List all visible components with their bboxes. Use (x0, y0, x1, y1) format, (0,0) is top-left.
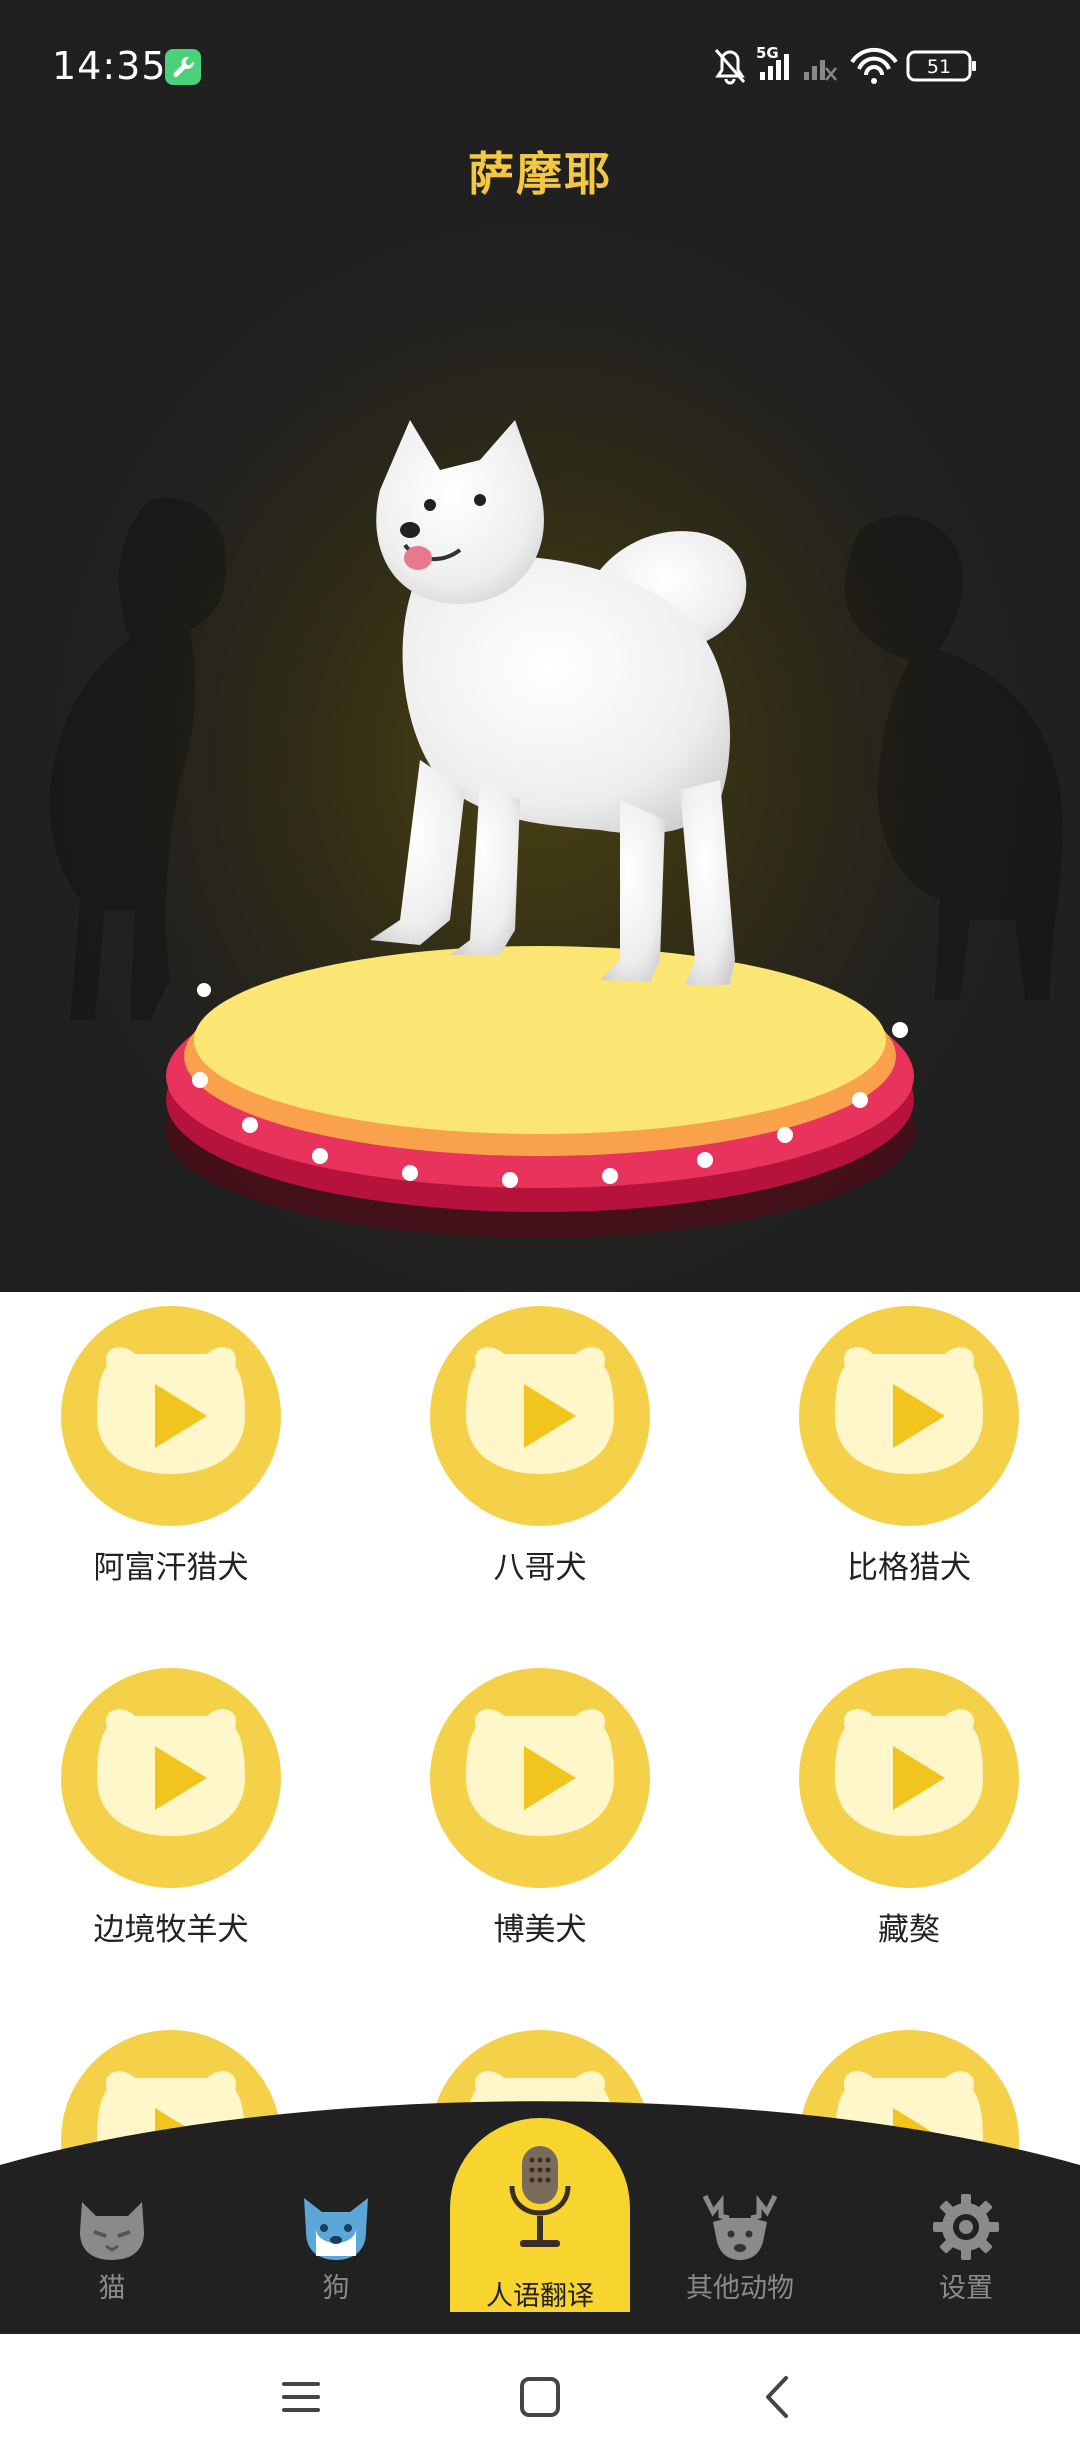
tab-dog[interactable]: 狗 (256, 2192, 416, 2312)
wrench-app-icon (165, 49, 201, 85)
menu-icon[interactable] (268, 2364, 334, 2430)
breed-label: 阿富汗猎犬 (93, 1550, 249, 1586)
breed-label: 八哥犬 (493, 1550, 587, 1586)
signal-5g-icon: 5G (756, 44, 789, 80)
dog-icon (304, 2198, 368, 2260)
svg-text:5G: 5G (756, 44, 779, 62)
play-icon (466, 1347, 614, 1474)
breed-tile[interactable]: 边境牧羊犬 (50, 1654, 290, 1954)
tab-label: 设置 (939, 2273, 993, 2304)
tab-cat[interactable]: 猫 (32, 2192, 192, 2312)
tab-label: 其他动物 (686, 2273, 794, 2304)
cat-icon (80, 2202, 144, 2260)
breed-label: 比格猎犬 (847, 1550, 971, 1586)
play-sound-button[interactable] (430, 1306, 650, 1526)
play-icon (97, 1709, 245, 1836)
play-icon (835, 1347, 983, 1474)
wifi-icon (850, 47, 898, 84)
tab-label: 猫 (98, 2273, 126, 2304)
status-icons: 5G 51 (712, 44, 1032, 88)
page-title: 萨摩耶 (468, 147, 612, 201)
play-icon (835, 1709, 983, 1836)
play-icon (97, 1347, 245, 1474)
tab-other-animals[interactable]: 其他动物 (660, 2192, 820, 2312)
hero-section: 14:35 5G 51 萨摩耶 (0, 0, 1080, 1292)
breed-tile[interactable]: 博美犬 (419, 1654, 659, 1954)
breed-tile[interactable]: 比格猎犬 (788, 1292, 1028, 1592)
play-sound-button[interactable] (430, 1668, 650, 1888)
breed-tile[interactable]: 藏獒 (788, 1654, 1028, 1954)
deer-icon (702, 2194, 778, 2260)
gear-icon (933, 2194, 999, 2260)
breed-label: 藏獒 (878, 1912, 940, 1948)
tab-label: 人语翻译 (486, 2281, 594, 2312)
play-icon (466, 1709, 614, 1836)
microphone-icon (509, 2146, 571, 2247)
home-icon[interactable] (507, 2364, 573, 2430)
tab-label: 狗 (322, 2273, 350, 2304)
play-sound-button[interactable] (799, 1306, 1019, 1526)
play-sound-button[interactable] (61, 1306, 281, 1526)
system-navigation-bar (0, 2334, 1080, 2460)
battery-icon: 51 (906, 50, 976, 82)
tab-settings[interactable]: 设置 (886, 2192, 1046, 2312)
tab-translate[interactable]: 人语翻译 (450, 2118, 630, 2318)
breed-tile[interactable]: 阿富汗猎犬 (50, 1292, 290, 1592)
play-sound-button[interactable] (61, 1668, 281, 1888)
play-sound-button[interactable] (799, 1668, 1019, 1888)
svg-text:51: 51 (927, 56, 951, 78)
status-bar: 14:35 5G 51 (0, 0, 1080, 136)
breed-label: 博美犬 (493, 1912, 587, 1948)
breed-tile[interactable]: 八哥犬 (419, 1292, 659, 1592)
status-time: 14:35 (52, 44, 167, 88)
samoyed-dog-image (370, 420, 747, 985)
back-icon[interactable] (746, 2364, 812, 2430)
signal-no-service-icon (804, 60, 837, 81)
bell-muted-icon (714, 49, 746, 85)
breed-label: 边境牧羊犬 (93, 1912, 249, 1948)
